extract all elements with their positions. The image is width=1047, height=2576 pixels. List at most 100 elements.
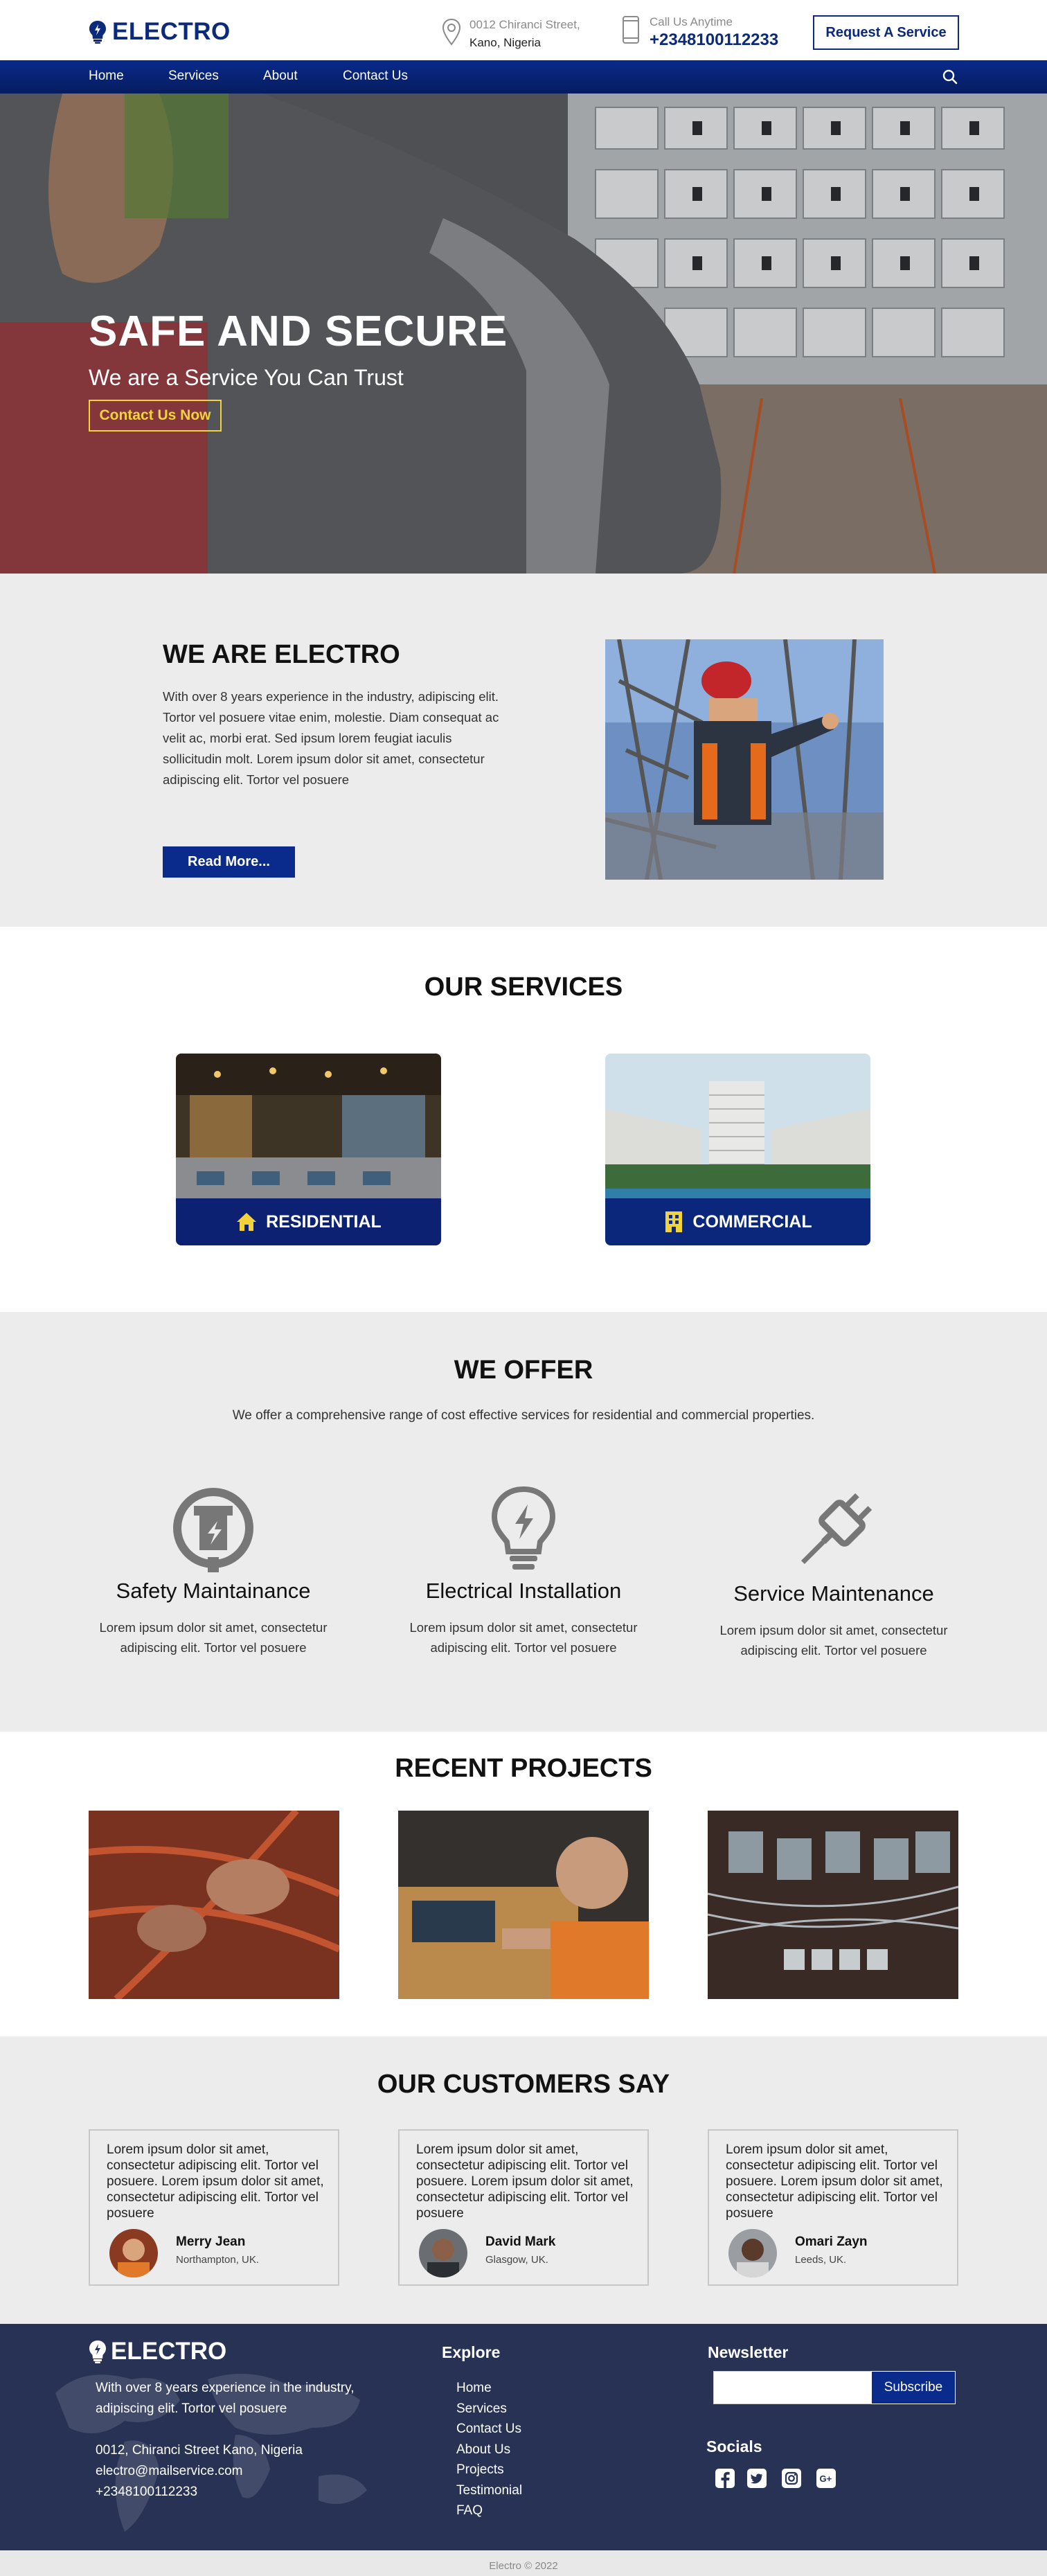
testimonial-quote: Lorem ipsum dolor sit amet, consectetur … xyxy=(726,2142,943,2221)
copyright-bar: Electro © 2022 xyxy=(0,2550,1047,2576)
footer-logo-text: ELECTRO xyxy=(111,2338,227,2365)
footer-link-faq[interactable]: FAQ xyxy=(456,2501,522,2521)
offer-item-text: Lorem ipsum dolor sit amet, consectetur … xyxy=(719,1623,948,1658)
footer-link-testimonial[interactable]: Testimonial xyxy=(456,2480,522,2501)
footer-link-contact-us[interactable]: Contact Us xyxy=(456,2419,522,2440)
home-icon xyxy=(237,1213,257,1231)
services-section: OUR SERVICES RESIDENTIAL COMMERCIAL xyxy=(0,927,1047,1312)
address-line-2: Kano, Nigeria xyxy=(469,36,542,49)
request-service-button[interactable]: Request A Service xyxy=(813,15,959,50)
hero-subtitle: We are a Service You Can Trust xyxy=(89,365,404,390)
socials-title: Socials xyxy=(706,2437,762,2455)
offer-item-title: Safety Maintainance xyxy=(116,1579,311,1603)
call-label: Call Us Anytime xyxy=(650,15,733,28)
nav-services[interactable]: Services xyxy=(168,69,219,84)
projects-section: RECENT PROJECTS xyxy=(0,1732,1047,2036)
testimonial-location: Leeds, UK. xyxy=(795,2254,847,2266)
footer-links: Home Services Contact Us About Us Projec… xyxy=(456,2378,522,2521)
phone-icon xyxy=(623,16,639,44)
project-image-1[interactable] xyxy=(89,1811,339,1999)
avatar xyxy=(109,2229,158,2277)
nav-contact-us[interactable]: Contact Us xyxy=(343,69,408,84)
bulb-logo-icon xyxy=(89,21,106,44)
commercial-label: COMMERCIAL xyxy=(692,1211,812,1232)
newsletter-email-input[interactable] xyxy=(713,2371,872,2404)
facebook-icon[interactable] xyxy=(715,2468,735,2489)
contact-us-now-button[interactable]: Contact Us Now xyxy=(89,400,222,432)
footer-link-home[interactable]: Home xyxy=(456,2378,522,2399)
page: ELECTRO 0012 Chiranci Street, Kano, Nige… xyxy=(0,0,1047,2576)
offer-item-text: Lorem ipsum dolor sit amet, consectetur … xyxy=(99,1620,328,1655)
google-plus-icon[interactable]: G+ xyxy=(816,2468,836,2489)
logo[interactable]: ELECTRO xyxy=(89,18,231,46)
nav-home[interactable]: Home xyxy=(89,69,124,84)
testimonial-location: Northampton, UK. xyxy=(176,2254,260,2266)
footer: ELECTRO With over 8 years experience in … xyxy=(0,2324,1047,2550)
project-image-2[interactable] xyxy=(398,1811,649,1999)
address-block: 0012 Chiranci Street, Kano, Nigeria xyxy=(442,18,580,50)
footer-link-about-us[interactable]: About Us xyxy=(456,2440,522,2460)
testimonial-quote: Lorem ipsum dolor sit amet, consectetur … xyxy=(107,2142,324,2221)
testimonial-name: David Mark xyxy=(485,2235,556,2249)
offer-item-title: Electrical Installation xyxy=(425,1579,622,1603)
subscribe-button[interactable]: Subscribe xyxy=(871,2371,956,2404)
offer-title: WE OFFER xyxy=(454,1356,593,1385)
instagram-icon[interactable] xyxy=(781,2468,802,2489)
nav-bar: Home Services About Contact Us xyxy=(0,60,1047,94)
safety-plug-icon xyxy=(173,1488,253,1572)
testimonial-card: Lorem ipsum dolor sit amet, consectetur … xyxy=(708,2129,958,2286)
footer-address: 0012, Chiranci Street Kano, Nigeria xyxy=(96,2443,303,2458)
service-card-residential[interactable]: RESIDENTIAL xyxy=(176,1054,441,1245)
call-block: Call Us Anytime +2348100112233 xyxy=(622,15,778,50)
footer-link-services[interactable]: Services xyxy=(456,2399,522,2419)
footer-phone[interactable]: +2348100112233 xyxy=(96,2482,303,2503)
service-card-commercial[interactable]: COMMERCIAL xyxy=(605,1054,870,1245)
read-more-button[interactable]: Read More... xyxy=(163,846,295,878)
logo-text: ELECTRO xyxy=(112,18,231,45)
top-header: ELECTRO 0012 Chiranci Street, Kano, Nige… xyxy=(0,0,1047,60)
call-number[interactable]: +2348100112233 xyxy=(650,30,778,50)
projects-title: RECENT PROJECTS xyxy=(395,1754,652,1783)
about-text: With over 8 years experience in the indu… xyxy=(163,689,499,787)
services-title: OUR SERVICES xyxy=(424,972,623,1002)
commercial-bar: COMMERCIAL xyxy=(605,1198,870,1245)
about-title: WE ARE ELECTRO xyxy=(163,640,400,669)
residential-label: RESIDENTIAL xyxy=(266,1211,382,1232)
avatar xyxy=(419,2229,467,2277)
testimonial-card: Lorem ipsum dolor sit amet, consectetur … xyxy=(398,2129,649,2286)
location-pin-icon xyxy=(442,18,461,46)
testimonials-section: OUR CUSTOMERS SAY Lorem ipsum dolor sit … xyxy=(0,2036,1047,2324)
offer-lead: We offer a comprehensive range of cost e… xyxy=(232,1408,815,1423)
offer-item-safety: Safety Maintainance Lorem ipsum dolor si… xyxy=(82,1485,345,1658)
twitter-icon[interactable] xyxy=(746,2468,767,2489)
offer-section: WE OFFER We offer a comprehensive range … xyxy=(0,1312,1047,1732)
project-image-3[interactable] xyxy=(708,1811,958,1999)
about-section: WE ARE ELECTRO With over 8 years experie… xyxy=(0,574,1047,927)
footer-description: With over 8 years experience in the indu… xyxy=(96,2381,355,2416)
building-icon xyxy=(665,1211,683,1232)
offer-item-text: Lorem ipsum dolor sit amet, consectetur … xyxy=(409,1620,638,1655)
search-icon[interactable] xyxy=(942,69,958,85)
testimonial-name: Omari Zayn xyxy=(795,2235,868,2249)
residential-bar: RESIDENTIAL xyxy=(176,1198,441,1245)
lightbulb-icon xyxy=(491,1486,556,1570)
footer-email[interactable]: electro@mailservice.com xyxy=(96,2461,303,2482)
footer-explore-title: Explore xyxy=(442,2343,501,2361)
testimonial-location: Glasgow, UK. xyxy=(485,2254,548,2266)
hero-title: SAFE AND SECURE xyxy=(89,308,508,355)
offer-item-maintenance: Service Maintenance Lorem ipsum dolor si… xyxy=(702,1485,965,1660)
footer-contact: 0012, Chiranci Street Kano, Nigeria elec… xyxy=(96,2440,303,2503)
copyright-text: Electro © 2022 xyxy=(489,2559,558,2572)
address-line-1: 0012 Chiranci Street, xyxy=(469,18,580,31)
footer-link-projects[interactable]: Projects xyxy=(456,2460,522,2480)
lineman-image xyxy=(605,639,884,880)
testimonial-card: Lorem ipsum dolor sit amet, consectetur … xyxy=(89,2129,339,2286)
footer-logo[interactable]: ELECTRO xyxy=(89,2338,226,2365)
plug-icon xyxy=(800,1493,872,1565)
testimonial-name: Merry Jean xyxy=(176,2235,246,2249)
bulb-logo-icon xyxy=(89,2340,106,2363)
nav-about[interactable]: About xyxy=(263,69,298,84)
testimonials-title: OUR CUSTOMERS SAY xyxy=(377,2070,670,2099)
offer-item-title: Service Maintenance xyxy=(733,1581,934,1606)
svg-text:G+: G+ xyxy=(820,2473,832,2484)
